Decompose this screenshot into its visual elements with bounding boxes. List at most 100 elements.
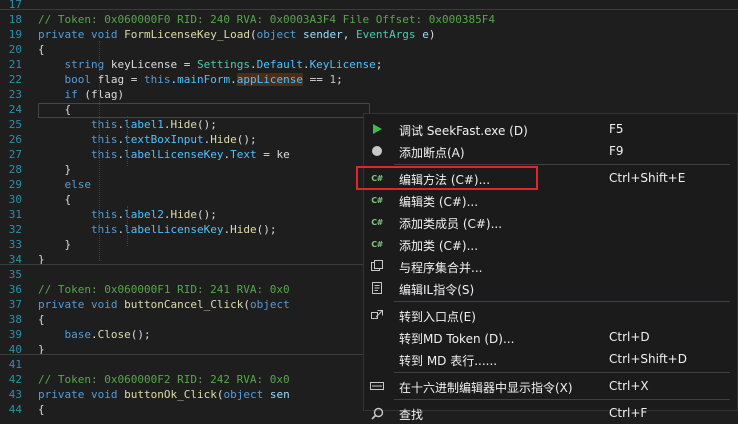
code-token: void: [90, 388, 118, 401]
code-token: Close: [97, 328, 131, 341]
code-token: this: [90, 208, 118, 221]
code-line[interactable]: private void buttonCancel_Click(object: [38, 297, 290, 312]
code-line[interactable]: // Token: 0x060000F0 RID: 240 RVA: 0x000…: [38, 12, 495, 27]
code-token: buttonOk_Click: [124, 388, 217, 401]
blank-icon: [369, 329, 385, 345]
code-line[interactable]: // Token: 0x060000F2 RID: 242 RVA: 0x0: [38, 372, 290, 387]
menu-item-breakpoint[interactable]: 添加断点(A) F9: [364, 140, 737, 162]
csharp-icon: C#: [371, 195, 383, 205]
code-token: buttonCancel_Click: [124, 298, 244, 311]
code-token: sender: [302, 28, 343, 41]
code-line[interactable]: string keyLicense = Settings.Default.Key…: [38, 57, 383, 72]
code-line[interactable]: {: [38, 42, 45, 57]
menu-item-hex-editor[interactable]: 在十六进制编辑器中显示指令(X) Ctrl+X: [364, 375, 737, 397]
code-line[interactable]: {: [38, 312, 45, 327]
code-token: ();: [130, 328, 151, 341]
code-token: // Token: 0x060000F0 RID: 240 RVA: 0x000…: [38, 13, 495, 26]
code-line[interactable]: {: [38, 402, 45, 417]
menu-item-shortcut: F9: [609, 144, 624, 158]
play-icon: [369, 121, 385, 137]
entrypoint-icon: [369, 307, 385, 323]
code-token: Hide: [170, 208, 197, 221]
csharp-icon: C#: [371, 217, 383, 227]
code-token: ();: [236, 133, 257, 146]
menu-item-goto-table[interactable]: 转到 MD 表行...... Ctrl+Shift+D: [364, 348, 737, 370]
code-token: .: [91, 328, 98, 341]
code-line[interactable]: private void buttonOk_Click(object sen: [38, 387, 290, 402]
code-token: labelLicenseKey: [124, 223, 224, 236]
code-token: (flag): [77, 88, 125, 101]
code-token: {: [38, 193, 72, 206]
code-token: EventArgs: [355, 28, 416, 41]
code-line[interactable]: this.labelLicenseKey.Hide();: [38, 222, 276, 237]
line-number: 44: [8, 403, 22, 416]
menu-item-edit-class[interactable]: C# 编辑类 (C#)...: [364, 189, 737, 211]
code-token: ;: [336, 73, 343, 86]
code-token: private: [38, 388, 85, 401]
code-token: labelLicenseKey: [124, 148, 224, 161]
menu-separator: [394, 399, 730, 400]
code-token: sen: [269, 388, 290, 401]
search-icon: [369, 405, 385, 421]
code-line[interactable]: }: [38, 237, 71, 252]
code-line[interactable]: {: [38, 192, 71, 207]
code-line[interactable]: this.textBoxInput.Hide();: [38, 132, 257, 147]
menu-item-debug[interactable]: 调试 SeekFast.exe (D) F5: [364, 118, 737, 140]
code-token: if: [64, 88, 78, 101]
code-line[interactable]: // Token: 0x060000F1 RID: 241 RVA: 0x0: [38, 282, 290, 297]
code-token: void: [90, 28, 118, 41]
code-line[interactable]: else: [38, 177, 92, 192]
menu-item-label: 编辑类 (C#)...: [399, 195, 479, 209]
code-token: appLicense: [236, 73, 303, 86]
code-token: ): [428, 28, 436, 41]
code-token: private: [38, 298, 85, 311]
line-number: 42: [8, 373, 22, 386]
code-token: this: [143, 73, 171, 86]
code-token: textBoxInput: [124, 133, 204, 146]
code-line[interactable]: bool flag = this.mainForm.appLicense == …: [38, 72, 343, 87]
line-number: 20: [8, 43, 22, 56]
line-number: 27: [8, 148, 22, 161]
code-line[interactable]: private void FormLicenseKey_Load(object …: [38, 27, 435, 42]
menu-item-label: 添加类成员 (C#)...: [399, 217, 503, 231]
menu-item-label: 查找: [399, 408, 424, 422]
hex-icon: [369, 378, 385, 394]
menu-item-edit-il[interactable]: 编辑IL指令(S): [364, 277, 737, 299]
menu-item-add-class[interactable]: C# 添加类 (C#)...: [364, 233, 737, 255]
code-token: {: [38, 43, 45, 56]
code-line[interactable]: base.Close();: [38, 327, 151, 342]
line-number: 41: [8, 358, 22, 371]
line-number: 28: [8, 163, 22, 176]
menu-item-label: 在十六进制编辑器中显示指令(X): [399, 381, 573, 395]
code-token: // Token: 0x060000F2 RID: 242 RVA: 0x0: [38, 373, 290, 386]
breakpoint-icon: [369, 143, 385, 159]
menu-item-find[interactable]: 查找 Ctrl+F: [364, 402, 737, 424]
menu-item-goto-token[interactable]: 转到MD Token (D)... Ctrl+D: [364, 326, 737, 348]
code-token: private: [38, 28, 85, 41]
line-number: 30: [8, 193, 22, 206]
code-token: FormLicenseKey_Load: [124, 28, 250, 41]
line-number: 25: [8, 118, 22, 131]
menu-item-shortcut: Ctrl+F: [609, 406, 648, 420]
code-line[interactable]: this.labelLicenseKey.Text = ke: [38, 147, 290, 162]
menu-item-add-member[interactable]: C# 添加类成员 (C#)...: [364, 211, 737, 233]
code-token: object: [223, 388, 264, 401]
menu-item-shortcut: Ctrl+X: [609, 379, 649, 393]
menu-item-goto-entry[interactable]: 转到入口点(E): [364, 304, 737, 326]
code-line[interactable]: }: [38, 162, 71, 177]
code-line[interactable]: if (flag): [38, 87, 125, 102]
menu-item-merge-assembly[interactable]: 与程序集合并...: [364, 255, 737, 277]
blank-icon: [369, 351, 385, 367]
line-number: 19: [8, 28, 22, 41]
code-token: Text: [230, 148, 257, 161]
method-separator: [0, 9, 738, 10]
code-token: object: [256, 28, 297, 41]
